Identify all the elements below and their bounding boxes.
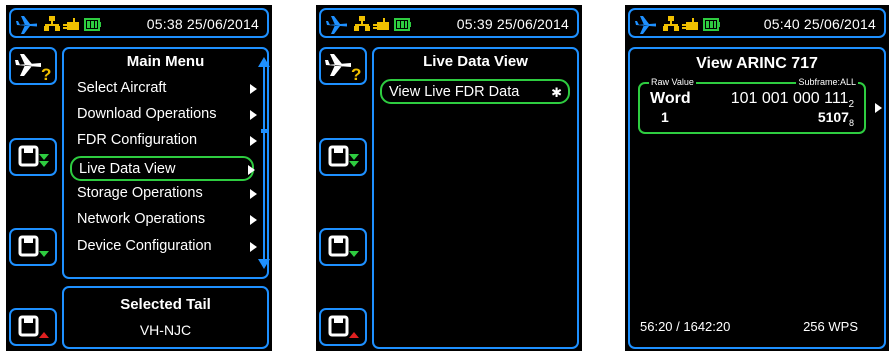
menu-item-label: Device Configuration [77, 238, 212, 254]
octal-base: 8 [848, 117, 854, 128]
footer-time: 56:20 / 1642:20 [640, 319, 731, 334]
network-icon [663, 16, 679, 31]
svg-text:?: ? [351, 65, 361, 83]
download-button[interactable] [9, 138, 57, 176]
chevron-right-icon [250, 242, 257, 252]
menu-item-label: Download Operations [77, 106, 217, 122]
battery-icon [703, 18, 720, 31]
menu-item-label: Select Aircraft [77, 80, 167, 96]
airplane-icon [635, 16, 656, 34]
raw-value-label: Raw Value [649, 77, 696, 87]
menu-item-label: Storage Operations [77, 185, 203, 201]
menu-item-device-configuration[interactable]: Device Configuration [70, 235, 257, 260]
power-plug-icon [373, 18, 389, 30]
battery-icon [84, 18, 101, 31]
binary-value: 101 001 000 1112 [731, 90, 854, 110]
menu-item-download-operations[interactable]: Download Operations [70, 103, 257, 128]
octal-value: 51078 [818, 109, 854, 128]
menu-item-label: FDR Configuration [77, 132, 198, 148]
aircraft-help-icon: ? [15, 54, 51, 83]
footer-wps: 256 WPS [803, 319, 858, 334]
upload-icon [18, 315, 49, 338]
save-icon [18, 235, 49, 257]
select-aircraft-button[interactable]: ? [319, 47, 367, 85]
menu-item-fdr-configuration[interactable]: FDR Configuration [70, 129, 257, 154]
selected-tail-title: Selected Tail [120, 296, 211, 313]
next-arrow-icon[interactable] [875, 103, 882, 113]
chevron-right-icon [250, 189, 257, 199]
status-bar: 05:38 25/06/2014 [9, 8, 269, 38]
status-bar: 05:40 25/06/2014 [628, 8, 886, 38]
live-data-view-title: Live Data View [423, 53, 528, 70]
gear-icon: ✱ [551, 85, 562, 100]
chevron-right-icon [250, 84, 257, 94]
menu-item-label: View Live FDR Data [389, 84, 520, 100]
menu-item-storage-operations[interactable]: Storage Operations [70, 182, 257, 207]
scrollbar[interactable] [258, 57, 270, 269]
live-data-view-panel: Live Data View View Live FDR Data ✱ [372, 47, 579, 349]
download-icon [18, 145, 49, 167]
main-menu-panel: Main Menu Select Aircraft Download Opera… [62, 47, 270, 279]
screen-live-data-view: 05:39 25/06/2014 ? Live Data View View L… [316, 5, 582, 351]
airplane-icon [326, 16, 347, 34]
clock: 05:40 25/06/2014 [763, 16, 876, 32]
clock: 05:38 25/06/2014 [146, 16, 259, 32]
menu-item-live-data-view[interactable]: Live Data View [70, 156, 255, 181]
arinc-title: View ARINC 717 [696, 55, 818, 72]
menu-item-select-aircraft[interactable]: Select Aircraft [70, 77, 257, 102]
svg-text:?: ? [41, 65, 51, 83]
word-number: 1 [661, 109, 669, 125]
selected-tail-value: VH-NJC [139, 322, 192, 338]
upload-button[interactable] [9, 308, 57, 346]
chevron-right-icon [250, 110, 257, 120]
selected-tail-panel: Selected Tail VH-NJC [62, 286, 269, 349]
chevron-right-icon [250, 215, 257, 225]
subframe-label: Subframe:ALL [796, 77, 858, 87]
save-button[interactable] [319, 228, 367, 266]
save-button[interactable] [9, 228, 57, 266]
screen-view-arinc-717: 05:40 25/06/2014 View ARINC 717 Raw Valu… [625, 5, 889, 351]
airplane-icon [16, 16, 37, 34]
aircraft-help-icon: ? [325, 54, 361, 83]
menu-item-label: Live Data View [79, 161, 176, 177]
power-plug-icon [682, 18, 698, 30]
arinc-panel: View ARINC 717 Raw Value Subframe:ALL Wo… [628, 47, 886, 349]
save-icon [328, 235, 359, 257]
clock: 05:39 25/06/2014 [456, 16, 569, 32]
download-button[interactable] [319, 138, 367, 176]
chevron-right-icon [248, 165, 255, 175]
power-plug-icon [63, 18, 79, 30]
screen-main-menu: 05:38 25/06/2014 ? Main Menu Select Airc… [6, 5, 272, 351]
chevron-right-icon [250, 136, 257, 146]
status-bar: 05:39 25/06/2014 [319, 8, 579, 38]
upload-button[interactable] [319, 308, 367, 346]
octal-digits: 5107 [817, 109, 849, 125]
menu-item-label: Network Operations [77, 211, 206, 227]
raw-value-box[interactable]: Raw Value Subframe:ALL Word 1 101 001 00… [638, 77, 866, 134]
network-icon [44, 16, 60, 31]
download-icon [328, 145, 359, 167]
main-menu-title: Main Menu [126, 53, 205, 70]
select-aircraft-button[interactable]: ? [9, 47, 57, 85]
network-icon [354, 16, 370, 31]
binary-digits: 101 001 000 111 [730, 90, 849, 107]
word-label: Word [650, 90, 691, 107]
battery-icon [394, 18, 411, 31]
upload-icon [328, 315, 359, 338]
view-live-fdr-data-item[interactable]: View Live FDR Data ✱ [380, 79, 570, 104]
menu-item-network-operations[interactable]: Network Operations [70, 208, 257, 233]
